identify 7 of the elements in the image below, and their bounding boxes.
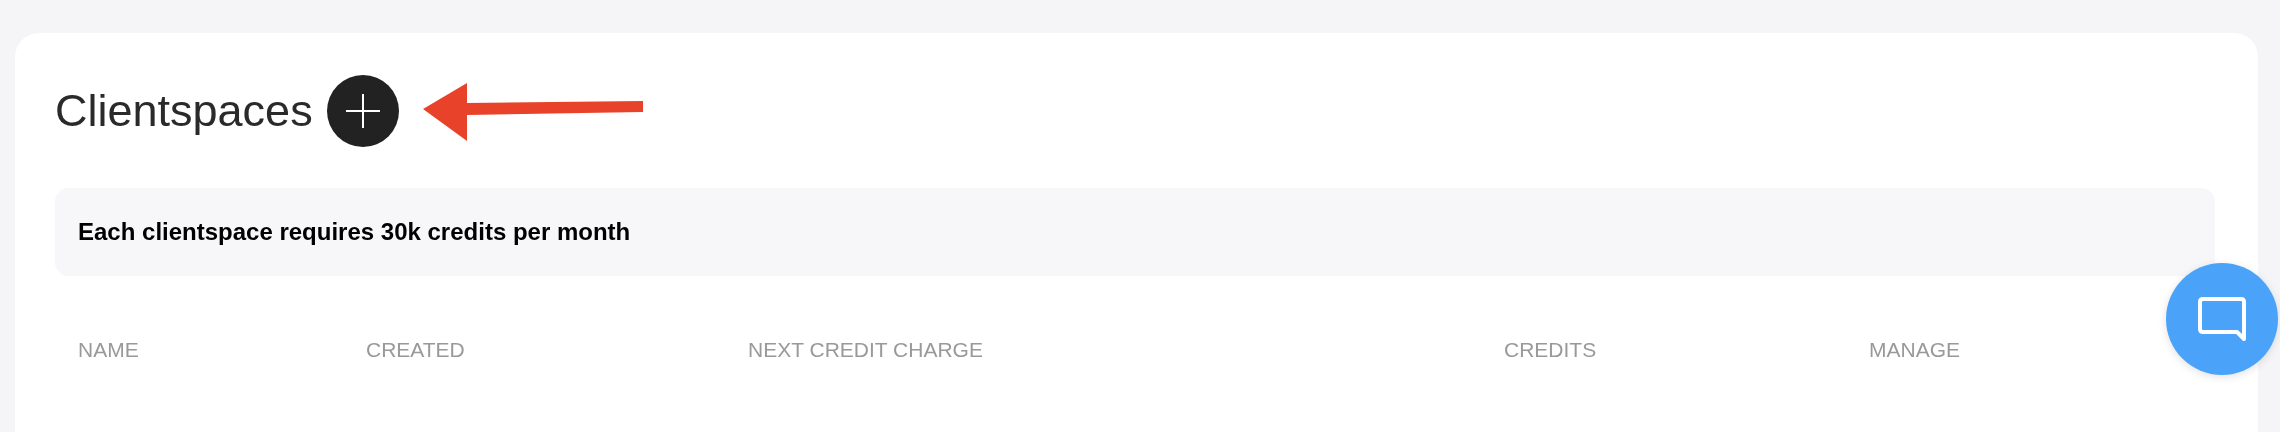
column-header: CREATED xyxy=(366,338,466,362)
column-header: NEXT CREDIT CHARGE xyxy=(748,338,984,362)
notice-text: Each clientspace requires 30k credits per month xyxy=(78,218,631,246)
column-header: CREDITS xyxy=(1504,338,1598,362)
column-header: NAME xyxy=(78,338,140,362)
page-title: Clientspaces xyxy=(55,84,313,137)
column-header: MANAGE xyxy=(1869,338,1960,362)
